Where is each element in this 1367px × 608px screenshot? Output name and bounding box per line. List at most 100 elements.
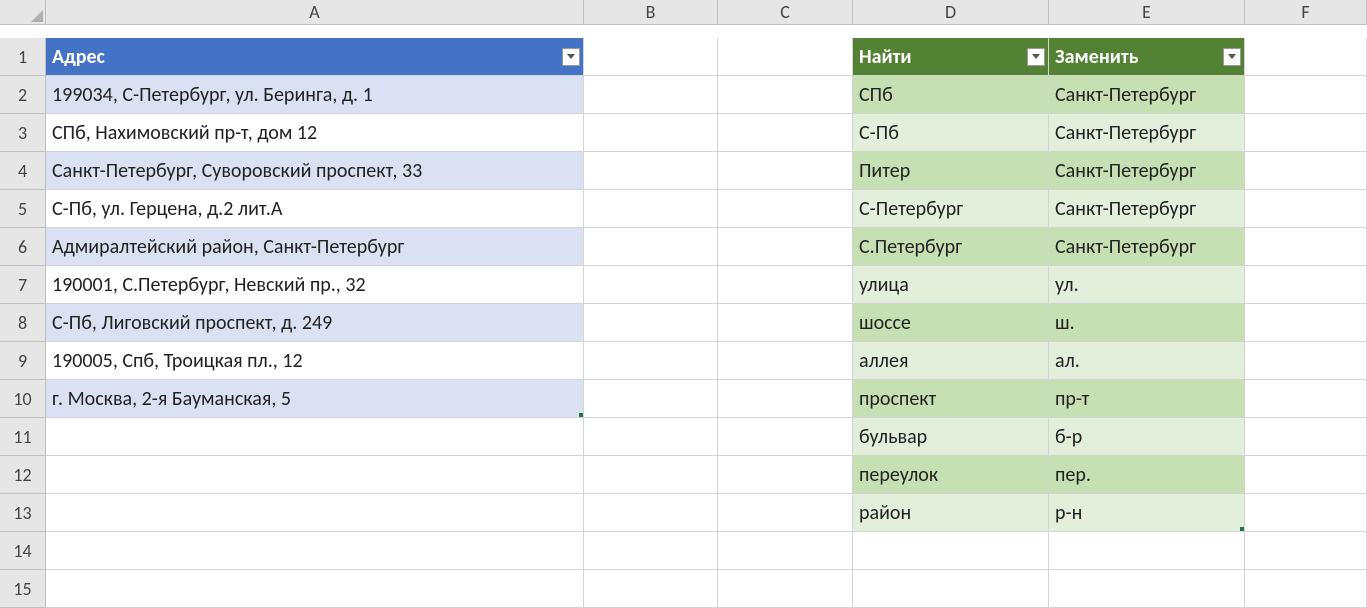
cell-F11[interactable] <box>1245 418 1367 456</box>
cell-C7[interactable] <box>718 266 853 304</box>
cell-C9[interactable] <box>718 342 853 380</box>
column-header-F[interactable]: F <box>1245 0 1367 25</box>
cell-C2[interactable] <box>718 76 853 114</box>
cell-C11[interactable] <box>718 418 853 456</box>
cell-B2[interactable] <box>584 76 718 114</box>
cell-D4[interactable]: Питер <box>853 152 1049 190</box>
cell-B13[interactable] <box>584 494 718 532</box>
cell-B14[interactable] <box>584 532 718 570</box>
cell-F8[interactable] <box>1245 304 1367 342</box>
cell-A2[interactable]: 199034, С-Петербург, ул. Беринга, д. 1 <box>46 76 584 114</box>
cell-C12[interactable] <box>718 456 853 494</box>
cell-D3[interactable]: С-Пб <box>853 114 1049 152</box>
cell-E9[interactable]: ал. <box>1049 342 1245 380</box>
cell-A15[interactable] <box>46 570 584 608</box>
cell-B3[interactable] <box>584 114 718 152</box>
filter-button-find[interactable] <box>1027 48 1045 66</box>
cell-D7[interactable]: улица <box>853 266 1049 304</box>
cell-D8[interactable]: шоссе <box>853 304 1049 342</box>
cell-E11[interactable]: б-р <box>1049 418 1245 456</box>
cell-F2[interactable] <box>1245 76 1367 114</box>
cell-E12[interactable]: пер. <box>1049 456 1245 494</box>
cell-D2[interactable]: СПб <box>853 76 1049 114</box>
cell-C14[interactable] <box>718 532 853 570</box>
cell-E4[interactable]: Санкт-Петербург <box>1049 152 1245 190</box>
cell-B11[interactable] <box>584 418 718 456</box>
cell-F10[interactable] <box>1245 380 1367 418</box>
table-header-find[interactable]: Найти <box>853 38 1049 76</box>
cell-B12[interactable] <box>584 456 718 494</box>
cell-A10[interactable]: г. Москва, 2-я Бауманская, 5 <box>46 380 584 418</box>
cell-F15[interactable] <box>1245 570 1367 608</box>
row-header-2[interactable]: 2 <box>0 76 46 114</box>
cell-E6[interactable]: Санкт-Петербург <box>1049 228 1245 266</box>
cell-A14[interactable] <box>46 532 584 570</box>
cell-A7[interactable]: 190001, С.Петербург, Невский пр., 32 <box>46 266 584 304</box>
cell-F14[interactable] <box>1245 532 1367 570</box>
row-header-14[interactable]: 14 <box>0 532 46 570</box>
cell-F13[interactable] <box>1245 494 1367 532</box>
row-header-12[interactable]: 12 <box>0 456 46 494</box>
cell-F4[interactable] <box>1245 152 1367 190</box>
cell-E5[interactable]: Санкт-Петербург <box>1049 190 1245 228</box>
cell-D6[interactable]: С.Петербург <box>853 228 1049 266</box>
row-header-11[interactable]: 11 <box>0 418 46 456</box>
row-header-1[interactable]: 1 <box>0 38 46 76</box>
cell-C15[interactable] <box>718 570 853 608</box>
cell-D9[interactable]: аллея <box>853 342 1049 380</box>
cell-F1[interactable] <box>1245 38 1367 76</box>
cell-B7[interactable] <box>584 266 718 304</box>
cell-B4[interactable] <box>584 152 718 190</box>
cell-C3[interactable] <box>718 114 853 152</box>
cell-B9[interactable] <box>584 342 718 380</box>
column-header-E[interactable]: E <box>1049 0 1245 25</box>
row-header-13[interactable]: 13 <box>0 494 46 532</box>
cell-D14[interactable] <box>853 532 1049 570</box>
column-header-A[interactable]: A <box>46 0 584 25</box>
cell-B6[interactable] <box>584 228 718 266</box>
cell-A3[interactable]: СПб, Нахимовский пр-т, дом 12 <box>46 114 584 152</box>
cell-A4[interactable]: Санкт-Петербург, Суворовский проспект, 3… <box>46 152 584 190</box>
row-header-10[interactable]: 10 <box>0 380 46 418</box>
row-header-3[interactable]: 3 <box>0 114 46 152</box>
cell-E10[interactable]: пр-т <box>1049 380 1245 418</box>
cell-C1[interactable] <box>718 38 853 76</box>
row-header-4[interactable]: 4 <box>0 152 46 190</box>
cell-F9[interactable] <box>1245 342 1367 380</box>
cell-A5[interactable]: С-Пб, ул. Герцена, д.2 лит.А <box>46 190 584 228</box>
cell-B10[interactable] <box>584 380 718 418</box>
cell-E14[interactable] <box>1049 532 1245 570</box>
cell-D13[interactable]: район <box>853 494 1049 532</box>
table-header-replace[interactable]: Заменить <box>1049 38 1245 76</box>
cell-F12[interactable] <box>1245 456 1367 494</box>
filter-button-address[interactable] <box>562 48 580 66</box>
cell-D5[interactable]: С-Петербург <box>853 190 1049 228</box>
cell-E3[interactable]: Санкт-Петербург <box>1049 114 1245 152</box>
cell-B5[interactable] <box>584 190 718 228</box>
cell-D10[interactable]: проспект <box>853 380 1049 418</box>
cell-E8[interactable]: ш. <box>1049 304 1245 342</box>
cell-A9[interactable]: 190005, Спб, Троицкая пл., 12 <box>46 342 584 380</box>
cell-C13[interactable] <box>718 494 853 532</box>
cell-C8[interactable] <box>718 304 853 342</box>
cell-F5[interactable] <box>1245 190 1367 228</box>
row-header-5[interactable]: 5 <box>0 190 46 228</box>
row-header-15[interactable]: 15 <box>0 570 46 608</box>
cell-A12[interactable] <box>46 456 584 494</box>
cell-D11[interactable]: бульвар <box>853 418 1049 456</box>
column-header-D[interactable]: D <box>853 0 1049 25</box>
column-header-C[interactable]: C <box>718 0 853 25</box>
cell-C10[interactable] <box>718 380 853 418</box>
select-all-corner[interactable] <box>0 0 46 25</box>
cell-A11[interactable] <box>46 418 584 456</box>
table-header-address[interactable]: Адрес <box>46 38 584 76</box>
cell-C5[interactable] <box>718 190 853 228</box>
cell-A13[interactable] <box>46 494 584 532</box>
cell-F6[interactable] <box>1245 228 1367 266</box>
cell-C4[interactable] <box>718 152 853 190</box>
cell-E13[interactable]: р-н <box>1049 494 1245 532</box>
cell-C6[interactable] <box>718 228 853 266</box>
cell-F3[interactable] <box>1245 114 1367 152</box>
spreadsheet-grid[interactable]: ABCDEF1АдресНайтиЗаменить2199034, С-Пете… <box>0 0 1367 608</box>
cell-F7[interactable] <box>1245 266 1367 304</box>
